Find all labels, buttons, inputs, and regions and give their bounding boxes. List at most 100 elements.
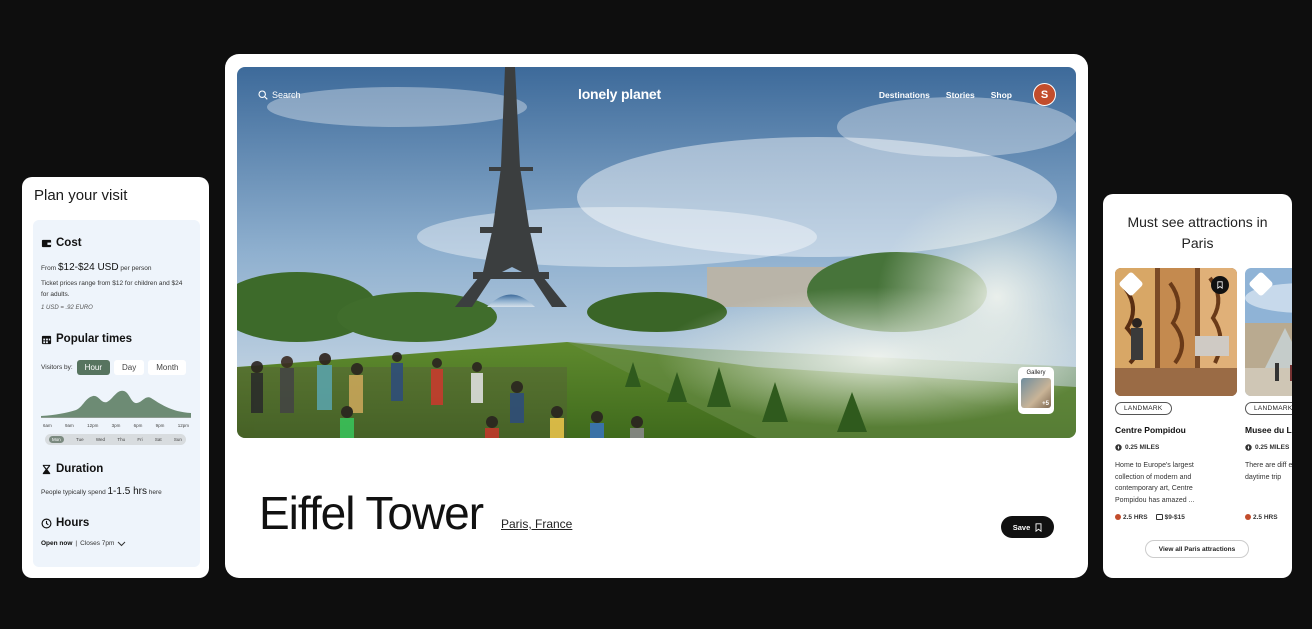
cost-per-person: per person [120,265,152,272]
day-fri[interactable]: Fri [137,437,142,442]
cost-heading: Cost [41,237,82,249]
hours-label: Hours [56,517,90,529]
gallery-thumbnail: +5 [1021,378,1051,408]
attraction-name[interactable]: Musee du L [1245,425,1292,435]
cost-from-label: From [41,265,57,272]
attraction-image [1115,268,1237,396]
tab-hour[interactable]: Hour [76,360,111,375]
search-label: Search [272,90,301,100]
gallery-button[interactable]: Gallery +5 [1018,367,1054,414]
duration-suffix: here [148,489,162,496]
open-now-label: Open now [41,540,73,547]
hours-divider: | [75,540,78,547]
ticket-icon [1155,514,1163,521]
duration-prefix: People typically spend [41,489,106,496]
gallery-label: Gallery [1026,370,1046,376]
hero-image: Search lonely planet Destinations Storie… [237,67,1076,438]
hour-label: 6pm [133,423,143,428]
attractions-title: Must see attractions in Paris [1127,214,1268,251]
duration-value: 1-1.5 hrs [107,486,147,497]
landmark-badge: LANDMARK [1115,402,1172,415]
nav-search[interactable]: Search [258,90,301,100]
day-selector: Mon Tue Wed Thu Fri Sat Sun [45,434,186,445]
attraction-card[interactable]: LANDMARK Musee du L 0.25 MILES There are… [1245,268,1292,521]
hour-label: 12pm [87,423,99,428]
duration-meta: 2.5 HRS [1245,514,1278,521]
popular-times-heading: Popular times [41,333,132,345]
landmark-badge: LANDMARK [1245,402,1292,415]
save-button[interactable]: Save [1001,516,1054,538]
hour-labels: 6am 9am 12pm 3pm 6pm 9pm 12pm [43,423,189,428]
duration-heading: Duration [41,463,103,475]
attraction-description: There are diff experience th a daytime t… [1245,462,1292,481]
user-avatar[interactable]: S [1033,83,1056,106]
distance-value: 0.25 MILES [1255,444,1290,451]
hourglass-icon [42,464,51,474]
plan-panel: Cost From $12-$24 USD per person Ticket … [33,220,200,567]
day-thu[interactable]: Thu [117,437,125,442]
bookmark-icon [1217,281,1223,289]
popular-times-label: Popular times [56,333,133,345]
view-all-attractions-button[interactable]: View all Paris attractions [1145,540,1249,558]
attraction-distance: 0.25 MILES [1245,444,1289,451]
duration-meta: 2.5 HRS [1115,514,1148,521]
compass-icon [1245,444,1252,451]
bookmark-icon [1035,522,1042,532]
compass-icon [1115,444,1122,451]
plan-your-visit-card: Plan your visit Cost From $12-$24 USD pe… [22,177,209,578]
cost-exchange: 1 USD = .92 EURO [41,305,93,311]
visitors-by-row: Visitors by: Hour Day Month [41,360,187,375]
hours-status[interactable]: Open now | Closes 7pm [41,540,126,547]
day-tue[interactable]: Tue [76,437,84,442]
day-sat[interactable]: Sat [155,437,162,442]
attraction-name[interactable]: Centre Pompidou [1115,425,1186,435]
duration-meta-value: 2.5 HRS [1123,514,1148,521]
save-label: Save [1012,522,1031,532]
cost-price-line: From $12-$24 USD per person [41,262,191,274]
attraction-meta: 2.5 HRS [1245,514,1278,521]
attraction-detail-card: Search lonely planet Destinations Storie… [225,54,1088,578]
popular-times-chart [41,390,191,418]
cost-heading-label: Cost [56,237,82,249]
attractions-card: Must see attractions in Paris LANDMARK C… [1103,194,1292,578]
hour-label: 9pm [155,423,165,428]
nav-shop[interactable]: Shop [991,90,1012,100]
clock-icon [41,518,52,528]
location-link[interactable]: Paris, France [501,517,572,531]
hour-label: 9am [65,423,74,428]
duration-label: Duration [56,463,104,475]
attraction-image [1245,268,1292,396]
visitors-by-label: Visitors by: [41,364,73,371]
attraction-meta: 2.5 HRS $9-$15 [1115,514,1185,521]
eiffel-tower-photo [237,67,1076,438]
time-icon [1115,514,1121,521]
logo-text: lonely planet [578,86,661,102]
tab-month[interactable]: Month [148,360,187,375]
attraction-distance: 0.25 MILES [1115,444,1159,451]
gallery-count: +5 [1042,401,1049,407]
wallet-icon [41,239,52,247]
calendar-icon [41,335,52,344]
closes-label: Closes 7pm [80,540,115,547]
attraction-card[interactable]: LANDMARK Centre Pompidou 0.25 MILES Home… [1115,268,1237,521]
price-meta: $9-$15 [1155,514,1185,521]
day-sun[interactable]: Sun [174,437,182,442]
distance-value: 0.25 MILES [1125,444,1160,451]
nav-links: Destinations Stories Shop [879,90,1012,100]
price-meta-value: $9-$15 [1164,514,1185,521]
duration-meta-value: 2.5 HRS [1253,514,1278,521]
search-icon [258,90,268,100]
day-mon[interactable]: Mon [49,436,64,443]
plan-title: Plan your visit [34,187,128,204]
tab-day[interactable]: Day [114,360,145,375]
day-wed[interactable]: Wed [96,437,105,442]
hour-label: 3pm [111,423,121,428]
nav-destinations[interactable]: Destinations [879,90,930,100]
chevron-down-icon[interactable] [117,541,126,547]
hours-heading: Hours [41,517,89,529]
attraction-description: Home to Europe's largest collection of m… [1115,462,1195,504]
bookmark-button[interactable] [1211,276,1229,294]
hour-label: 6am [43,423,52,428]
lonely-planet-logo[interactable]: lonely planet [578,86,661,102]
nav-stories[interactable]: Stories [946,90,975,100]
